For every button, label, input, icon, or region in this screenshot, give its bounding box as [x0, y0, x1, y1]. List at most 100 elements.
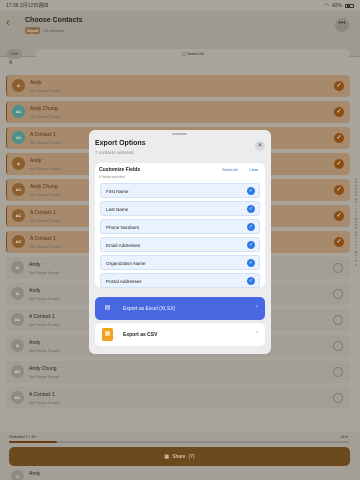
modal-subtitle: 7 contacts selected	[95, 150, 134, 155]
index-letter[interactable]: #	[353, 264, 359, 267]
field-option[interactable]: Last Name ✓	[100, 201, 260, 216]
contact-count: 49 contacts	[43, 28, 64, 33]
section-header: A	[9, 60, 13, 66]
header: ‹ Choose Contacts Import 49 contacts •••…	[0, 11, 360, 59]
clear-fields-button[interactable]: Clear	[249, 168, 258, 172]
avatar: A	[11, 470, 24, 480]
field-option[interactable]: Postal Addresses ✓	[100, 273, 260, 288]
empty-circle-icon[interactable]	[333, 263, 343, 273]
contact-name: A Contact 1	[29, 314, 55, 320]
contact-phone: No Phone Found	[30, 114, 61, 119]
avatar: AC	[12, 235, 25, 248]
empty-circle-icon[interactable]	[333, 315, 343, 325]
battery-icon	[345, 3, 354, 8]
contact-name: Andy Chung	[29, 366, 57, 372]
contact-phone: No Phone Found	[30, 88, 61, 93]
checkmark-icon[interactable]: ✓	[334, 237, 344, 247]
progress-percent: 14%	[340, 434, 349, 439]
progress-fill	[9, 441, 57, 443]
csv-file-icon: ▦	[102, 328, 113, 341]
fields-subtitle: 6 fields selected	[99, 175, 125, 179]
field-option[interactable]: First Name ✓	[100, 183, 260, 198]
avatar: A	[11, 287, 24, 300]
table-row[interactable]: AC A Contact 1 No Phone Found	[6, 387, 350, 409]
field-label: Email Addresses	[106, 243, 141, 248]
chevron-right-icon: ›	[256, 330, 258, 336]
table-row[interactable]: A Andy No Phone Found ✓	[6, 75, 350, 97]
progress-bar	[9, 441, 349, 443]
avatar: A	[12, 157, 25, 170]
contact-name: Andy	[30, 80, 42, 86]
wifi-icon: ◠	[324, 2, 329, 9]
status-time: 17:36 2月12日週四	[6, 3, 49, 9]
empty-circle-icon[interactable]	[333, 341, 343, 351]
avatar: A	[11, 339, 24, 352]
empty-circle-icon[interactable]	[333, 393, 343, 403]
table-row[interactable]: AC Andy Chung No Phone Found ✓	[6, 101, 350, 123]
contact-phone: No Phone Found	[29, 270, 60, 275]
contact-name: Andy	[29, 262, 41, 268]
checkmark-icon[interactable]: ✓	[334, 185, 344, 195]
empty-circle-icon[interactable]	[333, 289, 343, 299]
contact-phone: No Phone Found	[29, 348, 60, 353]
export-csv-label: Export as CSV	[123, 332, 158, 338]
avatar: A1	[12, 131, 25, 144]
contact-phone: No Phone Found	[30, 140, 61, 145]
field-label: Last Name	[106, 207, 129, 212]
share-button[interactable]: ▦ Share (7)	[9, 447, 350, 466]
field-option[interactable]: Organization Name ✓	[100, 255, 260, 270]
field-option[interactable]: Email Addresses ✓	[100, 237, 260, 252]
checkmark-icon[interactable]: ✓	[334, 159, 344, 169]
grid-icon: ▦	[164, 453, 170, 460]
contact-name: Andy	[29, 340, 41, 346]
customize-fields-card: Customize Fields 6 fields selected Selec…	[95, 163, 265, 288]
avatar: A	[11, 261, 24, 274]
avatar: AC	[12, 209, 25, 222]
field-label: First Name	[106, 189, 129, 194]
back-icon[interactable]: ‹	[6, 18, 17, 29]
battery-percent: 42%	[331, 2, 342, 9]
contact-phone: No Phone Found	[29, 322, 60, 327]
avatar: AC	[11, 365, 24, 378]
checkmark-icon: ✓	[247, 241, 255, 249]
checkmark-icon[interactable]: ✓	[334, 107, 344, 117]
empty-circle-icon[interactable]	[333, 367, 343, 377]
export-xlsx-button[interactable]: ▤ Export as Excel (XLSX) ›	[95, 297, 265, 320]
page-title: Choose Contacts	[25, 17, 83, 24]
contact-name: Andy Chung	[30, 184, 58, 190]
contact-name: A Contact 1	[30, 236, 56, 242]
contact-name: Andy	[30, 158, 42, 164]
more-icon[interactable]: •••	[335, 18, 349, 32]
field-label: Phone Numbers	[106, 225, 140, 230]
list-item[interactable]: A Andy	[6, 468, 350, 480]
import-chip: Import	[25, 27, 41, 34]
contact-phone: No Phone Found	[30, 166, 61, 171]
contact-phone: No Phone Found	[30, 244, 61, 249]
field-option[interactable]: Phone Numbers ✓	[100, 219, 260, 234]
close-icon[interactable]: ✕	[255, 141, 265, 151]
export-csv-button[interactable]: ▦ Export as CSV ›	[95, 323, 265, 346]
checkmark-icon: ✓	[247, 277, 255, 285]
avatar: AC	[12, 183, 25, 196]
contact-phone: No Phone Found	[29, 374, 60, 379]
checkmark-icon[interactable]: ✓	[334, 133, 344, 143]
avatar: A	[12, 79, 25, 92]
selected-text: Selected 7 / 49	[9, 434, 36, 439]
contact-phone: No Phone Found	[30, 192, 61, 197]
contact-phone: No Phone Found	[29, 296, 60, 301]
select-all-fields-button[interactable]: Select All	[222, 168, 238, 172]
contact-name: Andy	[29, 288, 41, 294]
contact-name: A Contact 1	[29, 392, 55, 398]
select-all-label: Select All	[187, 51, 204, 56]
contact-name: Andy	[29, 471, 41, 477]
status-bar: 17:36 2月12日週四 ◠ 42%	[0, 0, 360, 11]
checkmark-icon[interactable]: ✓	[334, 81, 344, 91]
export-xlsx-label: Export as Excel (XLSX)	[123, 306, 176, 312]
header-subtitle: Import 49 contacts	[25, 27, 64, 34]
section-index[interactable]: A B C D E F G H I J K L M N O P Q R S T U V W X Y Z #	[353, 178, 359, 267]
table-row[interactable]: AC Andy Chung No Phone Found	[6, 361, 350, 383]
sheet-grabber[interactable]	[172, 133, 187, 135]
checkmark-icon: ✓	[247, 205, 255, 213]
contact-phone: No Phone Found	[29, 400, 60, 405]
checkmark-icon[interactable]: ✓	[334, 211, 344, 221]
